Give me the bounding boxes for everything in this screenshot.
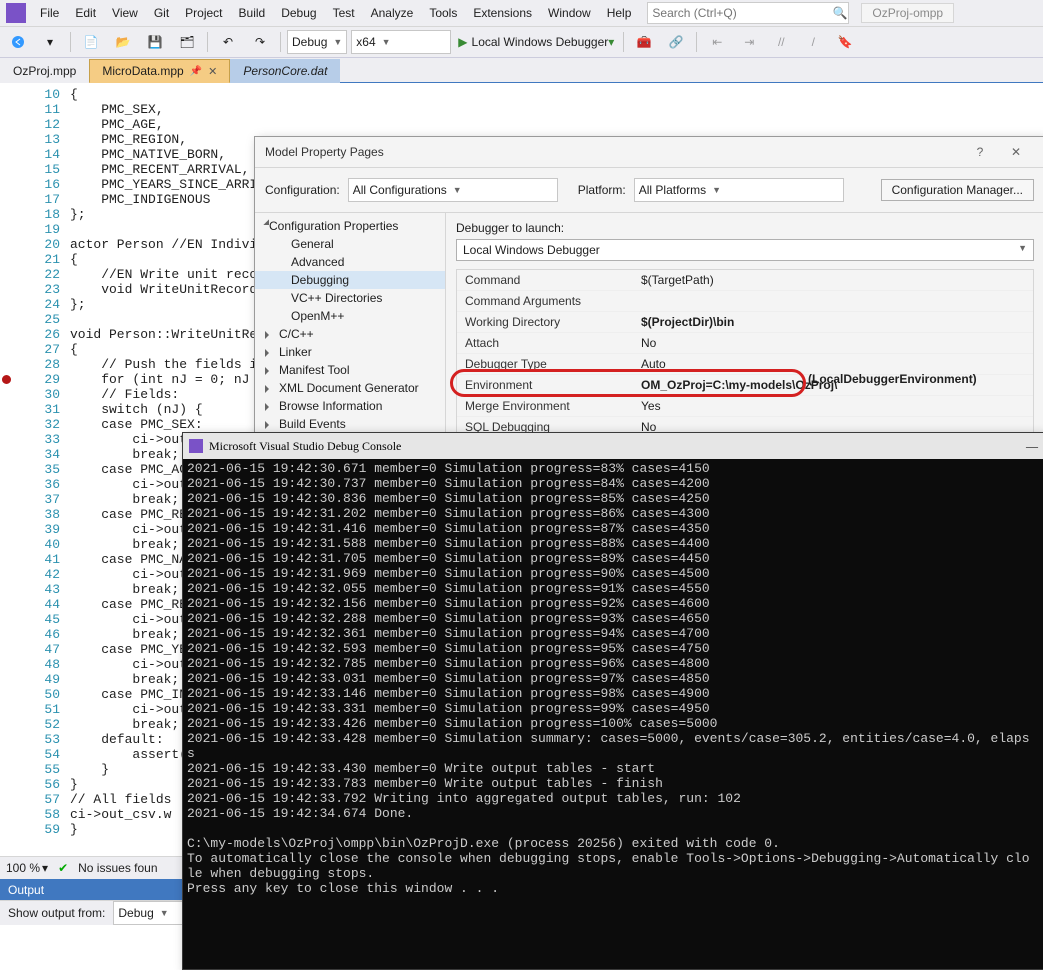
- menu-help[interactable]: Help: [599, 2, 640, 24]
- tab-PersonCore-dat[interactable]: PersonCore.dat: [230, 59, 340, 83]
- minimize-icon[interactable]: —: [1026, 439, 1038, 454]
- new-button[interactable]: 📄: [77, 30, 105, 54]
- menu-build[interactable]: Build: [231, 2, 274, 24]
- menu-git[interactable]: Git: [146, 2, 177, 24]
- menu-file[interactable]: File: [32, 2, 67, 24]
- tab-OzProj-mpp[interactable]: OzProj.mpp: [0, 59, 89, 83]
- prop-row[interactable]: Command Arguments: [457, 291, 1033, 312]
- menu-view[interactable]: View: [104, 2, 146, 24]
- vs-logo-icon: [6, 3, 26, 23]
- tree-build-events[interactable]: Build Events: [255, 415, 445, 433]
- launch-label: Debugger to launch:: [456, 221, 1034, 235]
- tree-vc-directories[interactable]: VC++ Directories: [255, 289, 445, 307]
- tree-browse-information[interactable]: Browse Information: [255, 397, 445, 415]
- platform-label: Platform:: [578, 183, 626, 197]
- indent-in-icon[interactable]: ⇥: [735, 30, 763, 54]
- code-line[interactable]: 11 PMC_SEX,: [0, 102, 1043, 117]
- check-icon: ✔: [58, 861, 68, 875]
- menu-analyze[interactable]: Analyze: [363, 2, 422, 24]
- dialog-config-combo[interactable]: All Configurations▼: [348, 178, 558, 202]
- platform-combo[interactable]: x64▼: [351, 30, 451, 54]
- uncomment-icon[interactable]: /: [799, 30, 827, 54]
- console-icon: [189, 439, 203, 453]
- search-icon: 🔍: [832, 6, 848, 20]
- dialog-titlebar[interactable]: Model Property Pages ? ✕: [255, 137, 1043, 168]
- console-output[interactable]: 2021-06-15 19:42:30.671 member=0 Simulat…: [183, 459, 1043, 898]
- save-button[interactable]: 💾: [141, 30, 169, 54]
- bookmark-icon[interactable]: 🔖: [831, 30, 859, 54]
- env-note: (LocalDebuggerEnvironment): [808, 372, 977, 386]
- menu-edit[interactable]: Edit: [67, 2, 104, 24]
- search-input[interactable]: [648, 6, 832, 20]
- issues-text: No issues foun: [78, 861, 157, 875]
- indent-out-icon[interactable]: ⇤: [703, 30, 731, 54]
- save-all-button[interactable]: 🗂: [173, 30, 201, 54]
- property-tree[interactable]: Configuration Properties GeneralAdvanced…: [255, 213, 446, 439]
- code-line[interactable]: 12 PMC_AGE,: [0, 117, 1043, 132]
- quick-search[interactable]: 🔍: [647, 2, 849, 24]
- tab-MicroData-mpp[interactable]: MicroData.mpp📌✕: [89, 59, 230, 83]
- redo-button[interactable]: ↷: [246, 30, 274, 54]
- launch-combo[interactable]: Local Windows Debugger▼: [456, 239, 1034, 261]
- property-grid[interactable]: Command$(TargetPath)Command ArgumentsWor…: [456, 269, 1034, 438]
- tree-manifest-tool[interactable]: Manifest Tool: [255, 361, 445, 379]
- console-title: Microsoft Visual Studio Debug Console: [209, 439, 401, 454]
- close-icon[interactable]: ✕: [998, 145, 1034, 159]
- dialog-title: Model Property Pages: [265, 145, 384, 159]
- tree-advanced[interactable]: Advanced: [255, 253, 445, 271]
- tree-linker[interactable]: Linker: [255, 343, 445, 361]
- output-from-label: Show output from:: [8, 906, 105, 920]
- tree-general[interactable]: General: [255, 235, 445, 253]
- menu-extensions[interactable]: Extensions: [465, 2, 540, 24]
- editor-tabs: OzProj.mppMicroData.mpp📌✕PersonCore.dat: [0, 58, 1043, 83]
- help-icon[interactable]: ?: [962, 145, 998, 159]
- dialog-platform-combo[interactable]: All Platforms▼: [634, 178, 844, 202]
- config-combo[interactable]: Debug▼: [287, 30, 347, 54]
- tree-root[interactable]: Configuration Properties: [255, 217, 445, 235]
- undo-button[interactable]: ↶: [214, 30, 242, 54]
- nav-fwd-button[interactable]: ▾: [36, 30, 64, 54]
- prop-row[interactable]: Working Directory$(ProjectDir)\bin: [457, 312, 1033, 333]
- code-line[interactable]: 10{: [0, 87, 1043, 102]
- menu-window[interactable]: Window: [540, 2, 599, 24]
- tree-openm-[interactable]: OpenM++: [255, 307, 445, 325]
- menu-tools[interactable]: Tools: [421, 2, 465, 24]
- menu-project[interactable]: Project: [177, 2, 230, 24]
- toolbox-icon[interactable]: 🧰: [630, 30, 658, 54]
- debug-console-window: Microsoft Visual Studio Debug Console — …: [182, 432, 1043, 970]
- prop-row[interactable]: Command$(TargetPath): [457, 270, 1033, 291]
- menu-test[interactable]: Test: [325, 2, 363, 24]
- menubar: FileEditViewGitProjectBuildDebugTestAnal…: [0, 0, 1043, 27]
- nav-back-button[interactable]: [4, 30, 32, 54]
- menu-debug[interactable]: Debug: [273, 2, 324, 24]
- pin-icon[interactable]: 📌: [190, 66, 202, 77]
- open-button[interactable]: 📂: [109, 30, 137, 54]
- tree-c-c-[interactable]: C/C++: [255, 325, 445, 343]
- prop-row[interactable]: Merge EnvironmentYes: [457, 396, 1033, 417]
- close-icon[interactable]: ✕: [208, 65, 217, 78]
- start-debug-button[interactable]: ▶ Local Windows Debugger ▾: [455, 30, 617, 54]
- config-label: Configuration:: [265, 183, 340, 197]
- browser-link-icon[interactable]: 🔗: [662, 30, 690, 54]
- tree-xml-document-generator[interactable]: XML Document Generator: [255, 379, 445, 397]
- tree-debugging[interactable]: Debugging: [255, 271, 445, 289]
- zoom-level[interactable]: 100 % ▾: [6, 861, 48, 875]
- config-manager-button[interactable]: Configuration Manager...: [881, 179, 1034, 201]
- solution-name: OzProj-ompp: [861, 3, 954, 23]
- console-titlebar[interactable]: Microsoft Visual Studio Debug Console —: [183, 433, 1043, 459]
- main-toolbar: ▾ 📄 📂 💾 🗂 ↶ ↷ Debug▼ x64▼ ▶ Local Window…: [0, 27, 1043, 58]
- property-pages-dialog: Model Property Pages ? ✕ Configuration: …: [254, 136, 1043, 438]
- prop-row[interactable]: AttachNo: [457, 333, 1033, 354]
- comment-icon[interactable]: //: [767, 30, 795, 54]
- breakpoint-icon[interactable]: [2, 375, 11, 384]
